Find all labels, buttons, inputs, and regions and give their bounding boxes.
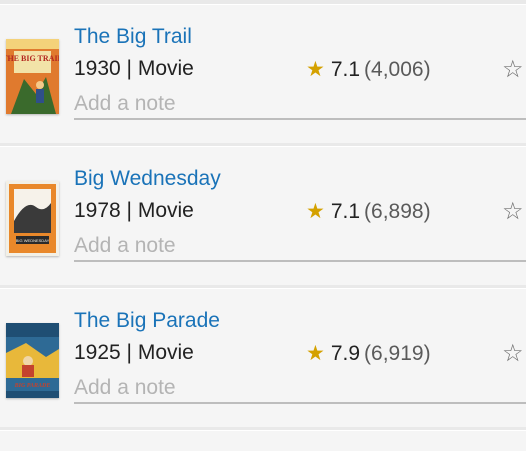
poster-image[interactable]: BIG PARADE xyxy=(6,323,59,398)
title-link[interactable]: The Big Trail xyxy=(74,25,192,49)
list-item[interactable]: BIG PARADE The Big Parade 1925 | Movie ★… xyxy=(0,288,526,427)
rating-value: 7.1 xyxy=(330,200,361,223)
title-link[interactable]: Big Wednesday xyxy=(74,167,221,191)
vote-count: (4,006) xyxy=(364,58,431,81)
poster-text: BIG PARADE xyxy=(14,383,51,389)
note-input[interactable] xyxy=(74,89,526,120)
year-type-text: 1925 | Movie xyxy=(74,341,194,364)
rating: ★ 7.9 (6,919) xyxy=(306,341,431,366)
year-type-text: 1978 | Movie xyxy=(74,199,194,222)
filled-star-icon: ★ xyxy=(306,58,325,81)
note-input[interactable] xyxy=(74,373,526,404)
list-item[interactable]: THE BIG TRAIL The Big Trail 1930 | Movie… xyxy=(0,4,526,143)
filled-star-icon: ★ xyxy=(306,200,325,223)
rating: ★ 7.1 (4,006) xyxy=(306,57,431,82)
rating: ★ 7.1 (6,898) xyxy=(306,199,431,224)
poster-text: THE BIG TRAIL xyxy=(6,54,59,63)
poster-text: BIG WEDNESDAY xyxy=(16,238,50,243)
outline-star-icon[interactable]: ☆ xyxy=(502,55,524,84)
vote-count: (6,919) xyxy=(364,342,431,365)
year-type-text: 1930 | Movie xyxy=(74,57,194,80)
poster-image[interactable]: THE BIG TRAIL xyxy=(6,39,59,114)
rating-value: 7.9 xyxy=(330,342,361,365)
movie-list: THE BIG TRAIL The Big Trail 1930 | Movie… xyxy=(0,0,526,451)
title-link[interactable]: The Big Parade xyxy=(74,309,220,333)
rating-value: 7.1 xyxy=(330,58,361,81)
vote-count: (6,898) xyxy=(364,200,431,223)
note-input[interactable] xyxy=(74,231,526,262)
poster-image[interactable]: BIG WEDNESDAY xyxy=(6,181,59,256)
outline-star-icon[interactable]: ☆ xyxy=(502,339,524,368)
filled-star-icon: ★ xyxy=(306,342,325,365)
list-item[interactable]: BIG WEDNESDAY Big Wednesday 1978 | Movie… xyxy=(0,146,526,285)
outline-star-icon[interactable]: ☆ xyxy=(502,197,524,226)
